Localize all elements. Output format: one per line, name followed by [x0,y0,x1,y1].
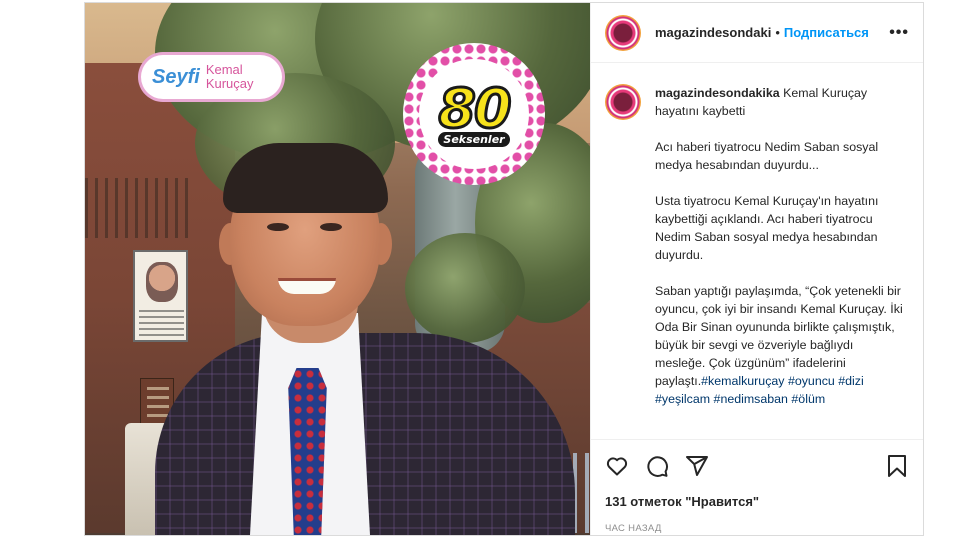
hashtag-link[interactable]: #dizi [838,374,863,388]
hashtag-link[interactable]: #ölüm [791,392,825,406]
avatar[interactable] [605,14,641,51]
caption-paragraph: Acı haberi tiyatrocu Nedim Saban sosyal … [655,140,879,172]
caption-username-link[interactable]: magazindesondakika [655,86,780,100]
caption-text: magazindesondakika Kemal Kuruçay hayatın… [655,84,905,438]
caption-first-paragraph: magazindesondakika Kemal Kuruçay hayatın… [655,84,905,120]
likes-count[interactable]: 131 отметок "Нравится" [605,494,909,509]
header-separator: • [775,25,780,40]
follow-button[interactable]: Подписаться [784,25,869,40]
logo-digits: 80 [437,76,513,140]
heart-icon[interactable] [605,454,629,478]
post-timestamp[interactable]: ЧАС НАЗАД [605,523,909,534]
post-header: magazindesondaki • Подписаться ••• [591,3,923,63]
comment-icon[interactable] [645,454,669,478]
bookmark-icon[interactable] [885,454,909,478]
caption-area: magazindesondakika Kemal Kuruçay hayatın… [591,64,923,438]
name-badge-first: Seyfi [152,65,200,88]
hashtag-link[interactable]: #nedimsaban [714,392,788,406]
caption-paragraph: Usta tiyatrocu Kemal Kuruçay'ın hayatını… [655,194,879,262]
post-sidebar: magazindesondaki • Подписаться ••• magaz… [590,3,923,535]
eye [320,223,342,231]
more-options-icon[interactable]: ••• [889,24,909,42]
post-actions: 131 отметок "Нравится" ЧАС НАЗАД [591,439,923,535]
hair [223,143,388,213]
caption-paragraph-with-tags: Saban yaptığı paylaşımda, “Çok yetenekli… [655,282,905,408]
action-icons-row [605,440,909,492]
caption-paragraph: Saban yaptığı paylaşımda, “Çok yetenekli… [655,284,903,388]
caption-avatar[interactable] [605,84,641,120]
hashtag-link[interactable]: #yeşilcam [655,392,710,406]
hashtag-link[interactable]: #kemalkuruçay [701,374,784,388]
paper-plane-icon[interactable] [685,454,709,478]
hashtag-link[interactable]: #oyuncu [788,374,835,388]
header-username-link[interactable]: magazindesondaki [655,25,771,40]
eye [267,223,289,231]
person-portrait [155,143,590,535]
post-image[interactable]: Seyfi Kemal Kuruçay 80 Seksenler [85,3,590,535]
smile [278,278,336,294]
instagram-post: Seyfi Kemal Kuruçay 80 Seksenler magazin… [84,2,924,536]
name-badge: Seyfi Kemal Kuruçay [141,55,282,99]
name-badge-last: Kemal Kuruçay [205,62,254,91]
